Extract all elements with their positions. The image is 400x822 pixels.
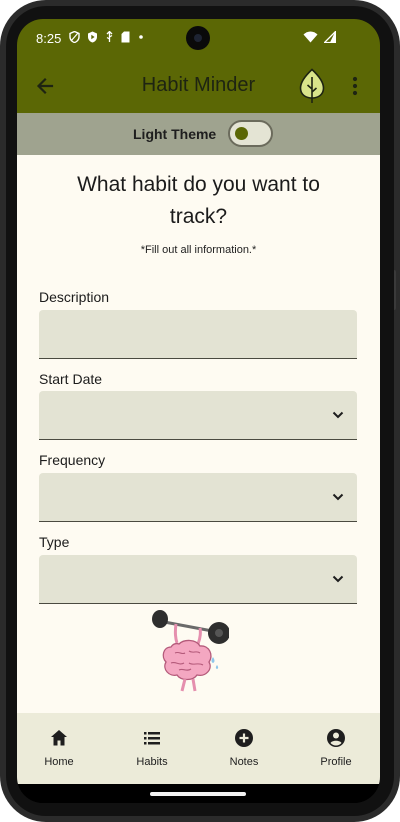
- nav-notes-label: Notes: [229, 756, 259, 768]
- cellular-signal-icon: [324, 31, 336, 43]
- bottom-navigation: Home Habits Notes Profile: [17, 713, 380, 784]
- screen: 8:25 Habit Minder Light Theme What habit…: [17, 19, 380, 803]
- theme-toggle[interactable]: [228, 120, 273, 147]
- status-bar: 8:25: [17, 19, 380, 59]
- description-label: Description: [39, 289, 110, 305]
- start-date-label: Start Date: [39, 371, 103, 387]
- add-circle-icon: [235, 729, 253, 747]
- type-dropdown[interactable]: [39, 555, 357, 604]
- list-icon: [144, 732, 160, 745]
- frequency-dropdown[interactable]: [39, 473, 357, 522]
- description-field[interactable]: [39, 310, 357, 359]
- wifi-icon: [303, 31, 318, 43]
- home-gesture-bar[interactable]: [150, 792, 246, 796]
- type-label: Type: [39, 534, 70, 550]
- form-note: *Fill out all information.*: [140, 244, 257, 256]
- nav-habits[interactable]: Habits: [117, 727, 187, 768]
- nav-profile[interactable]: Profile: [301, 727, 371, 768]
- nav-profile-label: Profile: [320, 756, 352, 768]
- notification-icons: [69, 31, 145, 43]
- toggle-knob: [235, 127, 248, 140]
- app-bar: Habit Minder: [17, 59, 380, 113]
- usb-icon: [106, 31, 113, 42]
- gesture-area: [17, 784, 380, 803]
- dot-icon: [139, 35, 143, 39]
- start-date-dropdown[interactable]: [39, 391, 357, 440]
- nav-home-label: Home: [44, 756, 74, 768]
- shield-icon: [69, 31, 80, 43]
- chevron-down-icon: [332, 411, 344, 419]
- nav-habits-label: Habits: [136, 756, 168, 768]
- form-content: What habit do you want to track? *Fill o…: [17, 155, 380, 713]
- frequency-label: Frequency: [39, 452, 106, 468]
- play-shield-icon: [88, 31, 97, 43]
- device-frame: 8:25 Habit Minder Light Theme What habit…: [0, 0, 400, 822]
- leaf-logo-icon[interactable]: [299, 68, 325, 104]
- form-question: What habit do you want to track?: [77, 173, 320, 228]
- app-title: Habit Minder: [141, 74, 256, 96]
- nav-home[interactable]: Home: [24, 727, 94, 768]
- status-right-icons: [303, 31, 342, 43]
- theme-bar: Light Theme: [17, 113, 380, 155]
- more-vert-icon[interactable]: [345, 73, 365, 99]
- chevron-down-icon: [332, 493, 344, 501]
- home-icon: [51, 730, 67, 746]
- sd-card-icon: [121, 31, 130, 43]
- account-circle-icon: [327, 729, 345, 747]
- front-camera: [186, 26, 210, 50]
- chevron-down-icon: [332, 575, 344, 583]
- nav-notes[interactable]: Notes: [209, 727, 279, 768]
- brain-lifting-barbell-illustration: [152, 610, 229, 692]
- status-time: 8:25: [36, 31, 62, 46]
- theme-label: Light Theme: [133, 126, 217, 142]
